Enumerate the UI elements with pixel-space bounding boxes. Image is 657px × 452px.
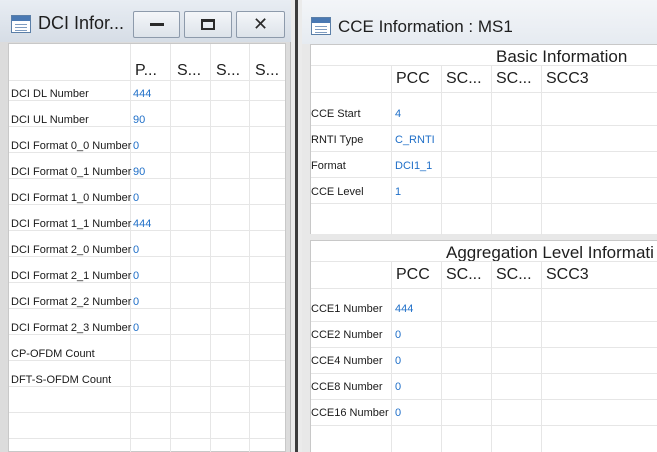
aggregation-row-label-cce2: CCE2 Number (311, 329, 383, 341)
minimize-button[interactable] (133, 11, 180, 38)
table-window-icon (11, 15, 31, 33)
aggregation-row-label-cce16: CCE16 Number (311, 407, 389, 419)
aggregation-row-value-cce4: 0 (395, 355, 402, 367)
row-value-dci-format-2-2: 0 (133, 296, 140, 308)
row-label-dci-format-2-0: DCI Format 2_0 Number (11, 244, 132, 256)
basic-row-label-cce-start: CCE Start (311, 108, 361, 120)
cce-window-titlebar[interactable]: CCE Information : MS1 (302, 0, 657, 44)
row-value-dci-format-2-0: 0 (133, 244, 140, 256)
basic-row-value-cce-start: 4 (395, 108, 402, 120)
column-header-scc2[interactable]: S... (216, 62, 240, 80)
row-label-dci-format-2-3: DCI Format 2_3 Number (11, 322, 132, 334)
row-label-dci-format-0-1: DCI Format 0_1 Number (11, 166, 132, 178)
aggregation-column-header-scc3[interactable]: SCC3 (546, 266, 589, 284)
dci-table: P... S... S... S... DCI DL Number 444 DC… (8, 43, 286, 452)
minimize-icon (149, 23, 164, 26)
row-value-dci-format-0-0: 0 (133, 140, 140, 152)
row-value-dci-ul-number: 90 (133, 114, 146, 126)
row-label-dci-format-2-1: DCI Format 2_1 Number (11, 270, 132, 282)
row-value-dci-format-1-0: 0 (133, 192, 140, 204)
column-header-pcc[interactable]: P... (135, 62, 157, 80)
aggregation-column-header-scc1[interactable]: SC... (446, 266, 482, 284)
dci-information-window: DCI Infor... ✕ P... S... S... S... DCI D… (0, 0, 291, 452)
close-button[interactable]: ✕ (236, 11, 285, 38)
basic-column-header-scc3[interactable]: SCC3 (546, 70, 589, 88)
row-label-cp-ofdm-count: CP-OFDM Count (11, 348, 95, 360)
basic-row-label-cce-level: CCE Level (311, 186, 364, 198)
row-label-dci-format-0-0: DCI Format 0_0 Number (11, 140, 132, 152)
table-window-icon (311, 17, 331, 35)
row-label-dci-ul-number: DCI UL Number (11, 114, 89, 126)
aggregation-column-header-pcc[interactable]: PCC (396, 266, 430, 284)
basic-row-value-cce-level: 1 (395, 186, 402, 198)
aggregation-row-label-cce1: CCE1 Number (311, 303, 383, 315)
aggregation-row-value-cce16: 0 (395, 407, 402, 419)
column-header-scc1[interactable]: S... (177, 62, 201, 80)
maximize-button[interactable] (184, 11, 232, 38)
row-label-dci-format-1-1: DCI Format 1_1 Number (11, 218, 132, 230)
row-value-dci-format-0-1: 90 (133, 166, 146, 178)
aggregation-column-header-scc2[interactable]: SC... (496, 266, 532, 284)
basic-information-title: Basic Information (496, 47, 628, 66)
dci-window-titlebar[interactable]: DCI Infor... ✕ (0, 0, 291, 42)
row-value-dci-format-2-3: 0 (133, 322, 140, 334)
aggregation-level-title: Aggregation Level Informati (446, 243, 654, 262)
aggregation-row-value-cce1: 444 (395, 303, 414, 315)
cce-window-title: CCE Information : MS1 (338, 17, 513, 36)
row-label-dci-dl-number: DCI DL Number (11, 88, 89, 100)
basic-row-label-rnti-type: RNTI Type (311, 134, 364, 146)
row-value-dci-format-2-1: 0 (133, 270, 140, 282)
row-label-dft-s-ofdm-count: DFT-S-OFDM Count (11, 374, 112, 386)
aggregation-level-panel: Aggregation Level Informati PCC SC... SC… (310, 240, 657, 452)
basic-column-header-scc2[interactable]: SC... (496, 70, 532, 88)
dci-window-title: DCI Infor... (38, 13, 125, 33)
column-header-scc3[interactable]: S... (255, 62, 279, 80)
basic-information-panel: Basic Information PCC SC... SC... SCC3 C… (310, 44, 657, 235)
basic-row-label-format: Format (311, 160, 346, 172)
row-label-dci-format-1-0: DCI Format 1_0 Number (11, 192, 132, 204)
maximize-icon (201, 19, 215, 30)
basic-row-value-rnti-type: C_RNTI (395, 134, 435, 146)
aggregation-row-value-cce2: 0 (395, 329, 402, 341)
aggregation-row-value-cce8: 0 (395, 381, 402, 393)
close-icon: ✕ (252, 13, 269, 35)
aggregation-row-label-cce4: CCE4 Number (311, 355, 383, 367)
row-value-dci-format-1-1: 444 (133, 218, 152, 230)
basic-column-header-pcc[interactable]: PCC (396, 70, 430, 88)
cce-information-window: CCE Information : MS1 Basic Information … (302, 0, 657, 452)
basic-row-value-format: DCI1_1 (395, 160, 433, 172)
basic-column-header-scc1[interactable]: SC... (446, 70, 482, 88)
row-label-dci-format-2-2: DCI Format 2_2 Number (11, 296, 132, 308)
row-value-dci-dl-number: 444 (133, 88, 152, 100)
aggregation-row-label-cce8: CCE8 Number (311, 381, 383, 393)
window-splitter[interactable] (295, 0, 298, 452)
